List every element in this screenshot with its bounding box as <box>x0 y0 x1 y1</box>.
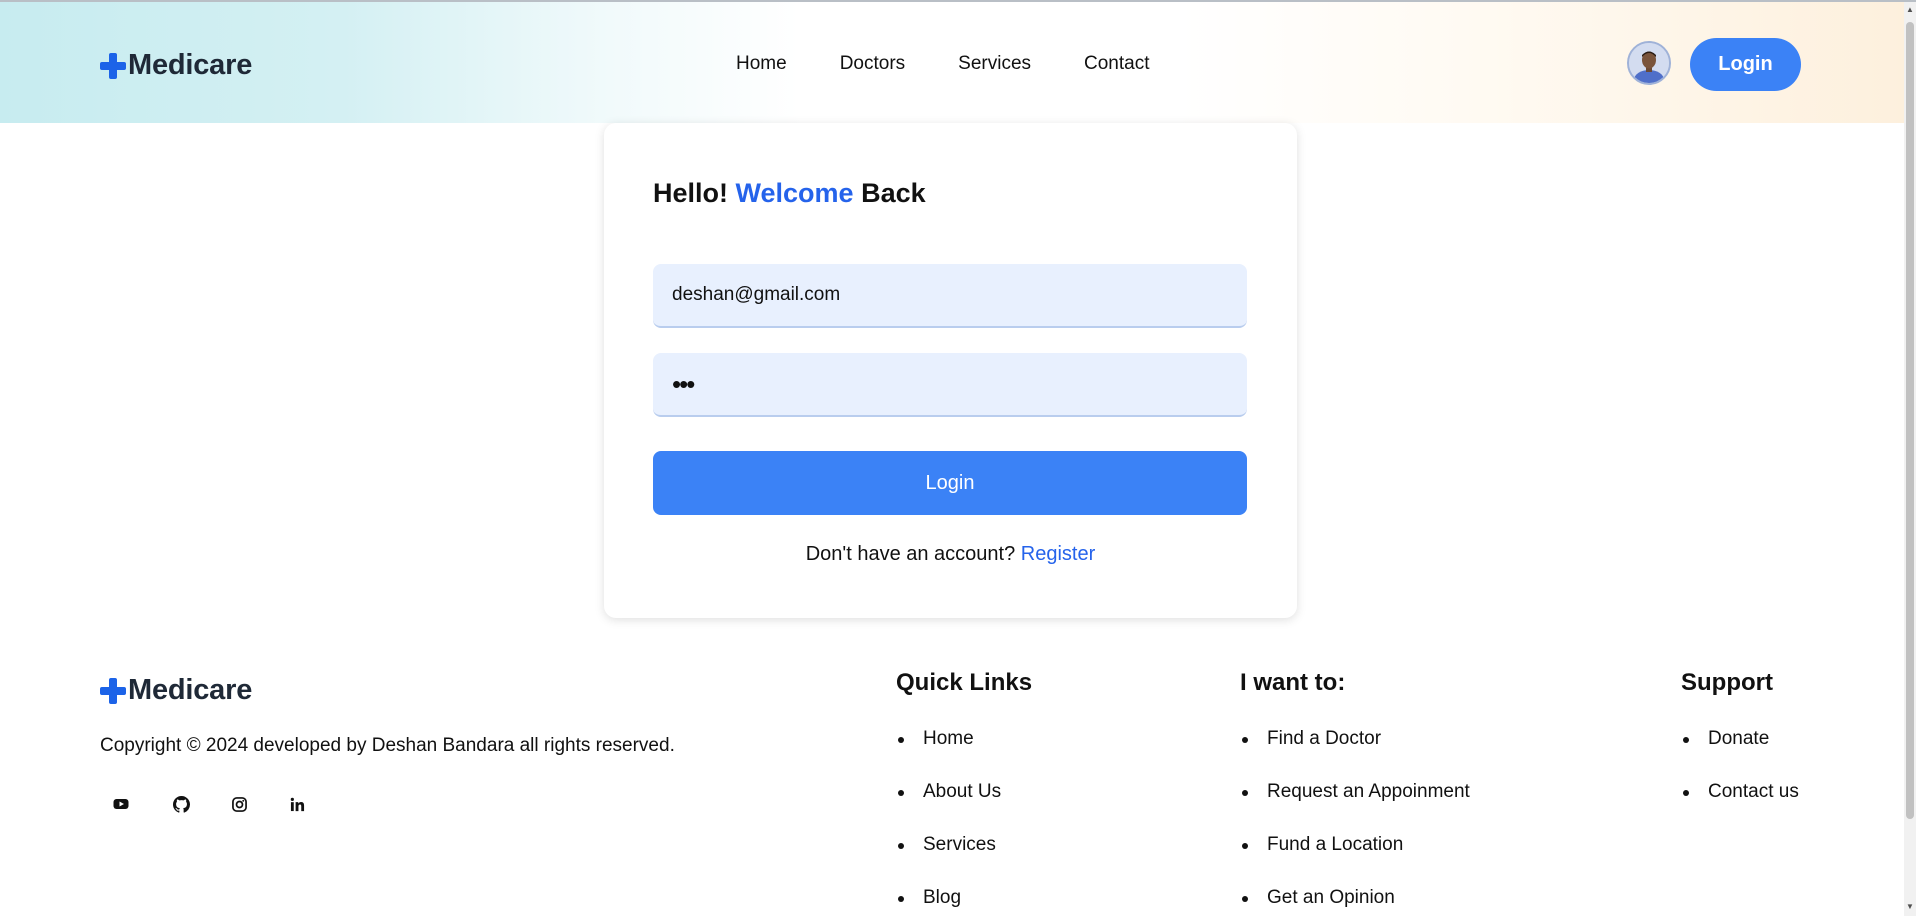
login-title: Hello! Welcome Back <box>653 178 926 209</box>
footer-link-services[interactable]: Services <box>896 834 1032 887</box>
header-login-button[interactable]: Login <box>1690 38 1801 91</box>
site-header: Medicare Home Doctors Services Contact L… <box>0 2 1904 123</box>
footer-link-get-opinion[interactable]: Get an Opinion <box>1240 887 1470 916</box>
logo-text: Medicare <box>128 49 253 81</box>
footer-link-contact-us[interactable]: Contact us <box>1681 781 1799 834</box>
footer-col-title: Quick Links <box>896 669 1033 696</box>
title-hello: Hello! <box>653 178 729 208</box>
login-card: Hello! Welcome Back deshan@gmail.com •••… <box>604 123 1297 618</box>
footer-link-home[interactable]: Home <box>896 728 1032 781</box>
login-submit-button[interactable]: Login <box>653 451 1247 515</box>
scroll-up-arrow-icon[interactable]: ▲ <box>1905 5 1915 15</box>
footer-i-want-to: I want to: Find a Doctor Request an Appo… <box>1240 669 1470 916</box>
register-prompt-line: Don't have an account? Register <box>604 543 1297 566</box>
user-avatar[interactable] <box>1627 41 1671 85</box>
footer-link-request-appointment[interactable]: Request an Appoinment <box>1240 781 1470 834</box>
github-icon[interactable] <box>162 785 200 823</box>
register-prompt-text: Don't have an account? <box>805 543 1016 565</box>
title-welcome: Welcome <box>735 178 854 208</box>
nav-contact[interactable]: Contact <box>1084 53 1149 75</box>
logo-text: Medicare <box>128 674 253 706</box>
footer-col-title: Support <box>1681 669 1773 696</box>
footer-link-blog[interactable]: Blog <box>896 887 1032 916</box>
footer-col-title: I want to: <box>1240 669 1346 696</box>
scroll-down-arrow-icon[interactable]: ▼ <box>1905 902 1915 912</box>
footer-support: Support Donate Contact us <box>1681 669 1799 834</box>
password-input[interactable]: ••• <box>653 353 1247 417</box>
footer-link-fund-location[interactable]: Fund a Location <box>1240 834 1470 887</box>
avatar-person-image <box>1629 43 1669 83</box>
header-logo[interactable]: Medicare <box>100 49 252 82</box>
main-nav: Home Doctors Services Contact <box>736 53 1150 75</box>
copyright-text: Copyright © 2024 developed by Deshan Ban… <box>100 735 675 756</box>
instagram-icon[interactable] <box>220 785 258 823</box>
email-input[interactable]: deshan@gmail.com <box>653 264 1247 328</box>
nav-services[interactable]: Services <box>958 53 1031 75</box>
medical-cross-icon <box>100 677 126 704</box>
nav-doctors[interactable]: Doctors <box>840 53 905 75</box>
nav-home[interactable]: Home <box>736 53 787 75</box>
title-back: Back <box>861 178 926 208</box>
page-scrollbar[interactable]: ▲ ▼ <box>1904 2 1916 916</box>
footer-link-donate[interactable]: Donate <box>1681 728 1799 781</box>
footer-logo[interactable]: Medicare <box>100 674 252 707</box>
footer-quick-links: Quick Links Home About Us Services Blog <box>896 669 1032 916</box>
footer-link-about[interactable]: About Us <box>896 781 1032 834</box>
linkedin-icon[interactable] <box>278 785 316 823</box>
scroll-thumb[interactable] <box>1906 22 1914 819</box>
medical-cross-icon <box>100 52 126 79</box>
register-link[interactable]: Register <box>1021 543 1095 565</box>
footer-link-find-doctor[interactable]: Find a Doctor <box>1240 728 1470 781</box>
youtube-icon[interactable] <box>102 785 140 823</box>
